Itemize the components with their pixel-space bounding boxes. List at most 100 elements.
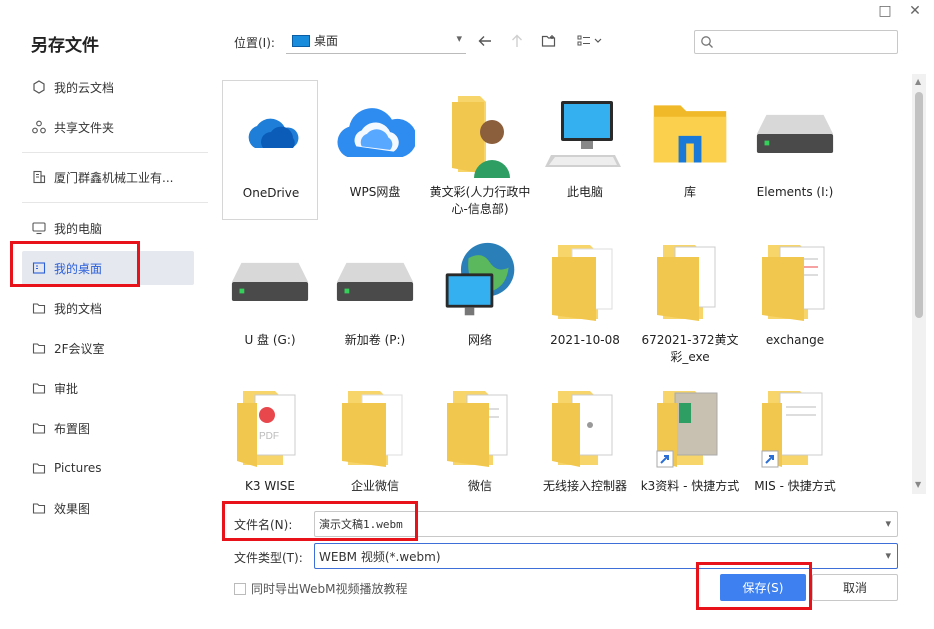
- search-input[interactable]: [694, 30, 898, 54]
- restore-icon[interactable]: □: [878, 4, 892, 18]
- file-item-new-volume[interactable]: 新加卷 (P:): [327, 228, 423, 368]
- file-name: 新加卷 (P:): [344, 333, 406, 347]
- sidebar-item-label: 2F会议室: [54, 341, 105, 356]
- file-name: Elements (I:): [756, 185, 834, 199]
- new-folder-button[interactable]: [540, 32, 558, 50]
- share-icon: [32, 120, 46, 134]
- file-name: exchange: [765, 333, 825, 347]
- close-icon[interactable]: ✕: [908, 4, 922, 18]
- sidebar-item-layout[interactable]: 布置图: [22, 411, 194, 445]
- filetype-label: 文件类型(T):: [234, 551, 303, 565]
- arrow-up-icon: [512, 34, 522, 47]
- filetype-value: WEBM 视频(*.webm): [319, 549, 441, 564]
- view-mode-button[interactable]: [576, 32, 606, 50]
- onedrive-icon: [231, 89, 311, 179]
- folder-pdf-icon: PDF: [230, 382, 310, 472]
- sidebar-item-label: 我的云文档: [54, 80, 115, 95]
- file-name: 此电脑: [566, 185, 603, 199]
- file-item-this-pc[interactable]: 此电脑: [537, 80, 633, 220]
- file-name: MIS - 快捷方式: [754, 479, 836, 493]
- desktop-icon: [292, 34, 310, 47]
- sidebar-item-label: 共享文件夹: [54, 120, 115, 135]
- drive-icon: [335, 236, 415, 326]
- file-name: 微信: [467, 479, 492, 493]
- file-name: K3 WISE: [245, 479, 295, 493]
- cloud-doc-icon: [32, 80, 46, 94]
- folder-doc-icon: [650, 236, 730, 326]
- export-tutorial-checkbox[interactable]: 同时导出WebM视频播放教程: [234, 580, 408, 597]
- svg-text:PDF: PDF: [259, 431, 279, 442]
- file-item-wireless-controller[interactable]: 无线接入控制器: [537, 374, 633, 494]
- search-icon: [701, 36, 713, 48]
- file-item-wecom[interactable]: 企业微信: [327, 374, 423, 494]
- grid-scrollbar[interactable]: ▲ ▼: [912, 74, 926, 494]
- wps-cloud-icon: [335, 88, 415, 178]
- cancel-button[interactable]: 取消: [812, 574, 898, 601]
- sidebar-item-label: Pictures: [54, 461, 102, 475]
- sidebar-item-my-computer[interactable]: 我的电脑: [22, 211, 194, 245]
- sidebar-item-shared-folder[interactable]: 共享文件夹: [22, 110, 194, 144]
- sidebar-item-label: 厦门群鑫机械工业有...: [54, 170, 174, 185]
- folder-icon: [32, 501, 46, 515]
- file-item-wechat[interactable]: 微信: [432, 374, 528, 494]
- new-folder-icon: [541, 35, 556, 47]
- sidebar-item-renderings[interactable]: 效果图: [22, 491, 194, 525]
- sidebar-item-pictures[interactable]: Pictures: [22, 451, 194, 485]
- checkbox-label: 同时导出WebM视频播放教程: [251, 582, 408, 596]
- sidebar-item-label: 我的文档: [54, 301, 103, 316]
- highlight-box-filename: [222, 501, 418, 541]
- scroll-down-icon[interactable]: ▼: [915, 480, 921, 489]
- save-file-dialog: □ ✕ 另存文件 我的云文档 共享文件夹 厦门群鑫机械工业有... 我的电脑 我…: [0, 0, 934, 629]
- file-name: 2021-10-08: [550, 333, 620, 347]
- file-item-wps-cloud[interactable]: WPS网盘: [327, 80, 423, 220]
- file-item-library[interactable]: 库: [642, 80, 738, 220]
- file-item-network[interactable]: 网络: [432, 228, 528, 368]
- arrow-left-icon: [478, 36, 491, 46]
- monitor-icon: [32, 221, 46, 235]
- file-item-folder-2021-10-08[interactable]: 2021-10-08: [537, 228, 633, 368]
- file-item-mis-shortcut[interactable]: MIS - 快捷方式: [747, 374, 843, 494]
- sidebar-item-approval[interactable]: 审批: [22, 371, 194, 405]
- folder-doc-icon: [545, 382, 625, 472]
- sidebar-item-my-documents[interactable]: 我的文档: [22, 291, 194, 325]
- file-item-usb-drive[interactable]: U 盘 (G:): [222, 228, 318, 368]
- folder-icon: [545, 236, 625, 326]
- file-item-exchange[interactable]: exchange: [747, 228, 843, 368]
- user-folder-icon: [440, 88, 520, 178]
- drive-icon: [755, 88, 835, 178]
- location-combo[interactable]: 桌面 ▾: [286, 28, 466, 54]
- folder-shortcut-icon: [650, 382, 730, 472]
- scroll-up-icon[interactable]: ▲: [915, 77, 921, 86]
- sidebar-item-label: 我的电脑: [54, 221, 103, 236]
- sidebar-item-label: 审批: [54, 381, 79, 396]
- sidebar-item-company[interactable]: 厦门群鑫机械工业有...: [22, 160, 194, 194]
- file-name: 无线接入控制器: [542, 479, 627, 493]
- checkbox-box[interactable]: [234, 582, 246, 595]
- file-item-k3-shortcut[interactable]: k3资料 - 快捷方式: [641, 374, 739, 494]
- scroll-thumb[interactable]: [915, 92, 923, 318]
- file-item-k3-wise[interactable]: PDF K3 WISE: [222, 374, 318, 494]
- file-name: k3资料 - 快捷方式: [640, 479, 740, 493]
- folder-icon: [335, 382, 415, 472]
- folder-shortcut-icon: [755, 382, 835, 472]
- sidebar-item-cloud-docs[interactable]: 我的云文档: [22, 70, 194, 104]
- highlight-box-save: [696, 562, 812, 610]
- location-label: 位置(I):: [234, 36, 275, 50]
- network-icon: [440, 236, 520, 326]
- file-item-user-folder[interactable]: 黄文彩(人力行政中心-信息部): [430, 80, 530, 220]
- sidebar-item-label: 布置图: [54, 421, 91, 436]
- chevron-down-icon: ▾: [456, 32, 462, 45]
- view-list-icon: [577, 35, 602, 46]
- folder-icon: [32, 301, 46, 315]
- file-name: 企业微信: [350, 479, 399, 493]
- sidebar-item-2f-meeting[interactable]: 2F会议室: [22, 331, 194, 365]
- file-item-elements-drive[interactable]: Elements (I:): [747, 80, 843, 220]
- highlight-box-desktop: [10, 241, 140, 287]
- file-item-onedrive[interactable]: OneDrive: [222, 80, 318, 220]
- folder-icon: [32, 341, 46, 355]
- divider: [22, 152, 208, 153]
- file-grid: OneDrive WPS网盘 黄文彩(人力行政中心-信息部) 此电脑 库 Ele…: [216, 74, 912, 494]
- back-button[interactable]: [476, 32, 494, 50]
- file-item-672021-372[interactable]: 672021-372黄文彩_exe: [641, 228, 739, 368]
- up-button[interactable]: [508, 32, 526, 50]
